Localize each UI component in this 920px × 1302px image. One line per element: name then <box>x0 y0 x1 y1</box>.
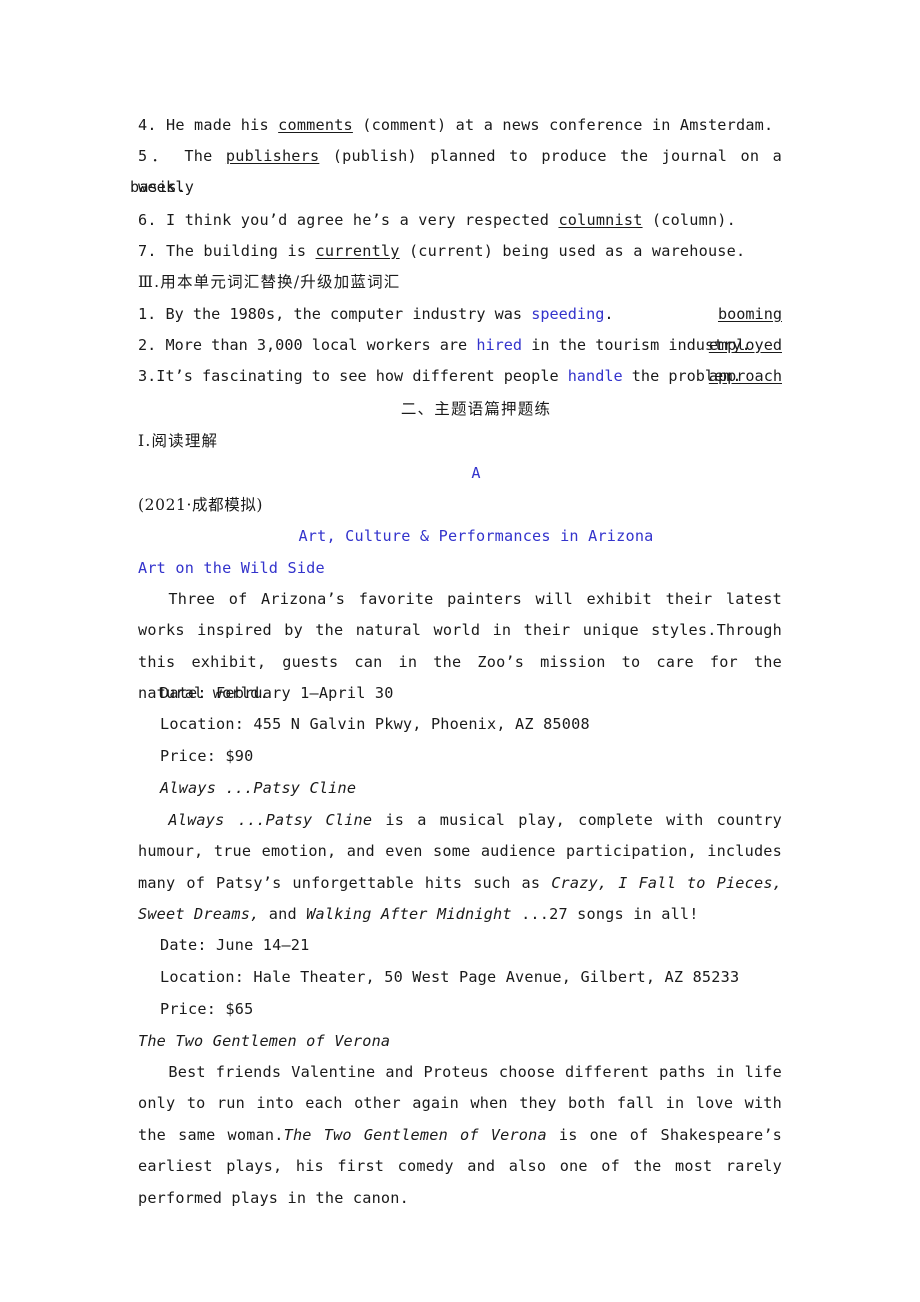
item-answer: comments <box>278 116 353 134</box>
substitute-answer: booming <box>717 305 782 323</box>
event1-price: Price: $90 <box>160 747 254 765</box>
item-number: 5． <box>138 147 171 165</box>
grammar-item-6: 6. I think you’d agree he’s a very respe… <box>138 205 782 236</box>
event1-location: Location: 455 N Galvin Pkwy, Phoenix, AZ… <box>160 715 590 733</box>
passage-source: (2021·成都模拟) <box>138 496 264 514</box>
event1-date: Date: February 1—April 30 <box>160 684 394 702</box>
item-answer: currently <box>315 242 400 260</box>
item-number: 6. <box>138 211 157 229</box>
grammar-item-4: 4. He made his comments (comment) at a n… <box>138 110 782 141</box>
item-text-after: (column). <box>642 211 736 229</box>
item-text-before: More than 3,000 local workers are <box>165 336 477 354</box>
item-text-before: The building is <box>166 242 316 260</box>
item-text-before: The <box>184 147 226 165</box>
event1-title: Art on the Wild Side <box>138 559 325 577</box>
passage-label: A <box>471 464 481 482</box>
event2-body-title-1: Always ...Patsy Cline <box>168 811 373 829</box>
item-number: 3. <box>138 367 157 385</box>
grammar-item-5: 5． The publishers (publish) planned to p… <box>138 141 782 204</box>
event2-title: Always ...Patsy Cline <box>160 779 357 797</box>
section-heading-two: 二、主题语篇押题练 <box>400 400 552 418</box>
substitute-answer: approach <box>708 367 782 385</box>
item-text-after: . <box>604 305 614 323</box>
item-text-before: By the 1980s, the computer industry was <box>165 305 532 323</box>
substitute-item-1: 1. By the 1980s, the computer industry w… <box>138 299 782 330</box>
event3-body-play-title: The Two Gentlemen of Verona <box>283 1125 547 1144</box>
highlighted-word: handle <box>567 367 623 385</box>
continuation-text: basis. <box>130 178 187 196</box>
substitute-answer: employed <box>708 336 782 354</box>
substitute-item-2: 2. More than 3,000 local workers are hir… <box>138 330 782 361</box>
substitute-item-3: 3.It’s fascinating to see how different … <box>138 361 782 392</box>
document-page: 4. He made his comments (comment) at a n… <box>0 0 920 1302</box>
event2-body: Always ...Patsy Cline is a musical play,… <box>138 805 782 931</box>
item-text-before: I think you’d agree he’s a very respecte… <box>166 211 559 229</box>
event2-location: Location: Hale Theater, 50 West Page Ave… <box>160 968 740 986</box>
item-number: 7. <box>138 242 157 260</box>
item-text-after: (current) being used as a warehouse. <box>399 242 746 260</box>
item-answer: columnist <box>558 211 643 229</box>
item-number: 4. <box>138 116 157 134</box>
item-number: 1. <box>138 305 157 323</box>
grammar-item-7: 7. The building is currently (current) b… <box>138 236 782 267</box>
event2-body-text-2: and <box>259 905 307 924</box>
item-number: 2. <box>138 336 157 354</box>
event3-body: Best friends Valentine and Proteus choos… <box>138 1057 782 1214</box>
item-answer: publishers <box>225 147 320 165</box>
subsection-heading-reading: Ⅰ.阅读理解 <box>138 432 219 450</box>
article-title: Art, Culture & Performances in Arizona <box>298 527 654 545</box>
item-text-before: He made his <box>166 116 279 134</box>
item-text-before: It’s fascinating to see how different pe… <box>156 367 568 385</box>
event2-body-text-3: ...27 songs in all! <box>511 905 699 924</box>
highlighted-word: hired <box>476 336 523 354</box>
grammar-item-5-continuation: basis. <box>130 172 194 203</box>
event2-date: Date: June 14—21 <box>160 936 310 954</box>
event2-price: Price: $65 <box>160 1000 254 1018</box>
item-text-after: (comment) at a news conference in Amster… <box>352 116 774 134</box>
section-heading-3: Ⅲ.用本单元词汇替换/升级加蓝词汇 <box>138 273 401 291</box>
event3-title: The Two Gentlemen of Verona <box>138 1032 391 1050</box>
highlighted-word: speeding <box>531 305 605 323</box>
event2-body-song-3: Walking After Midnight <box>306 905 512 924</box>
